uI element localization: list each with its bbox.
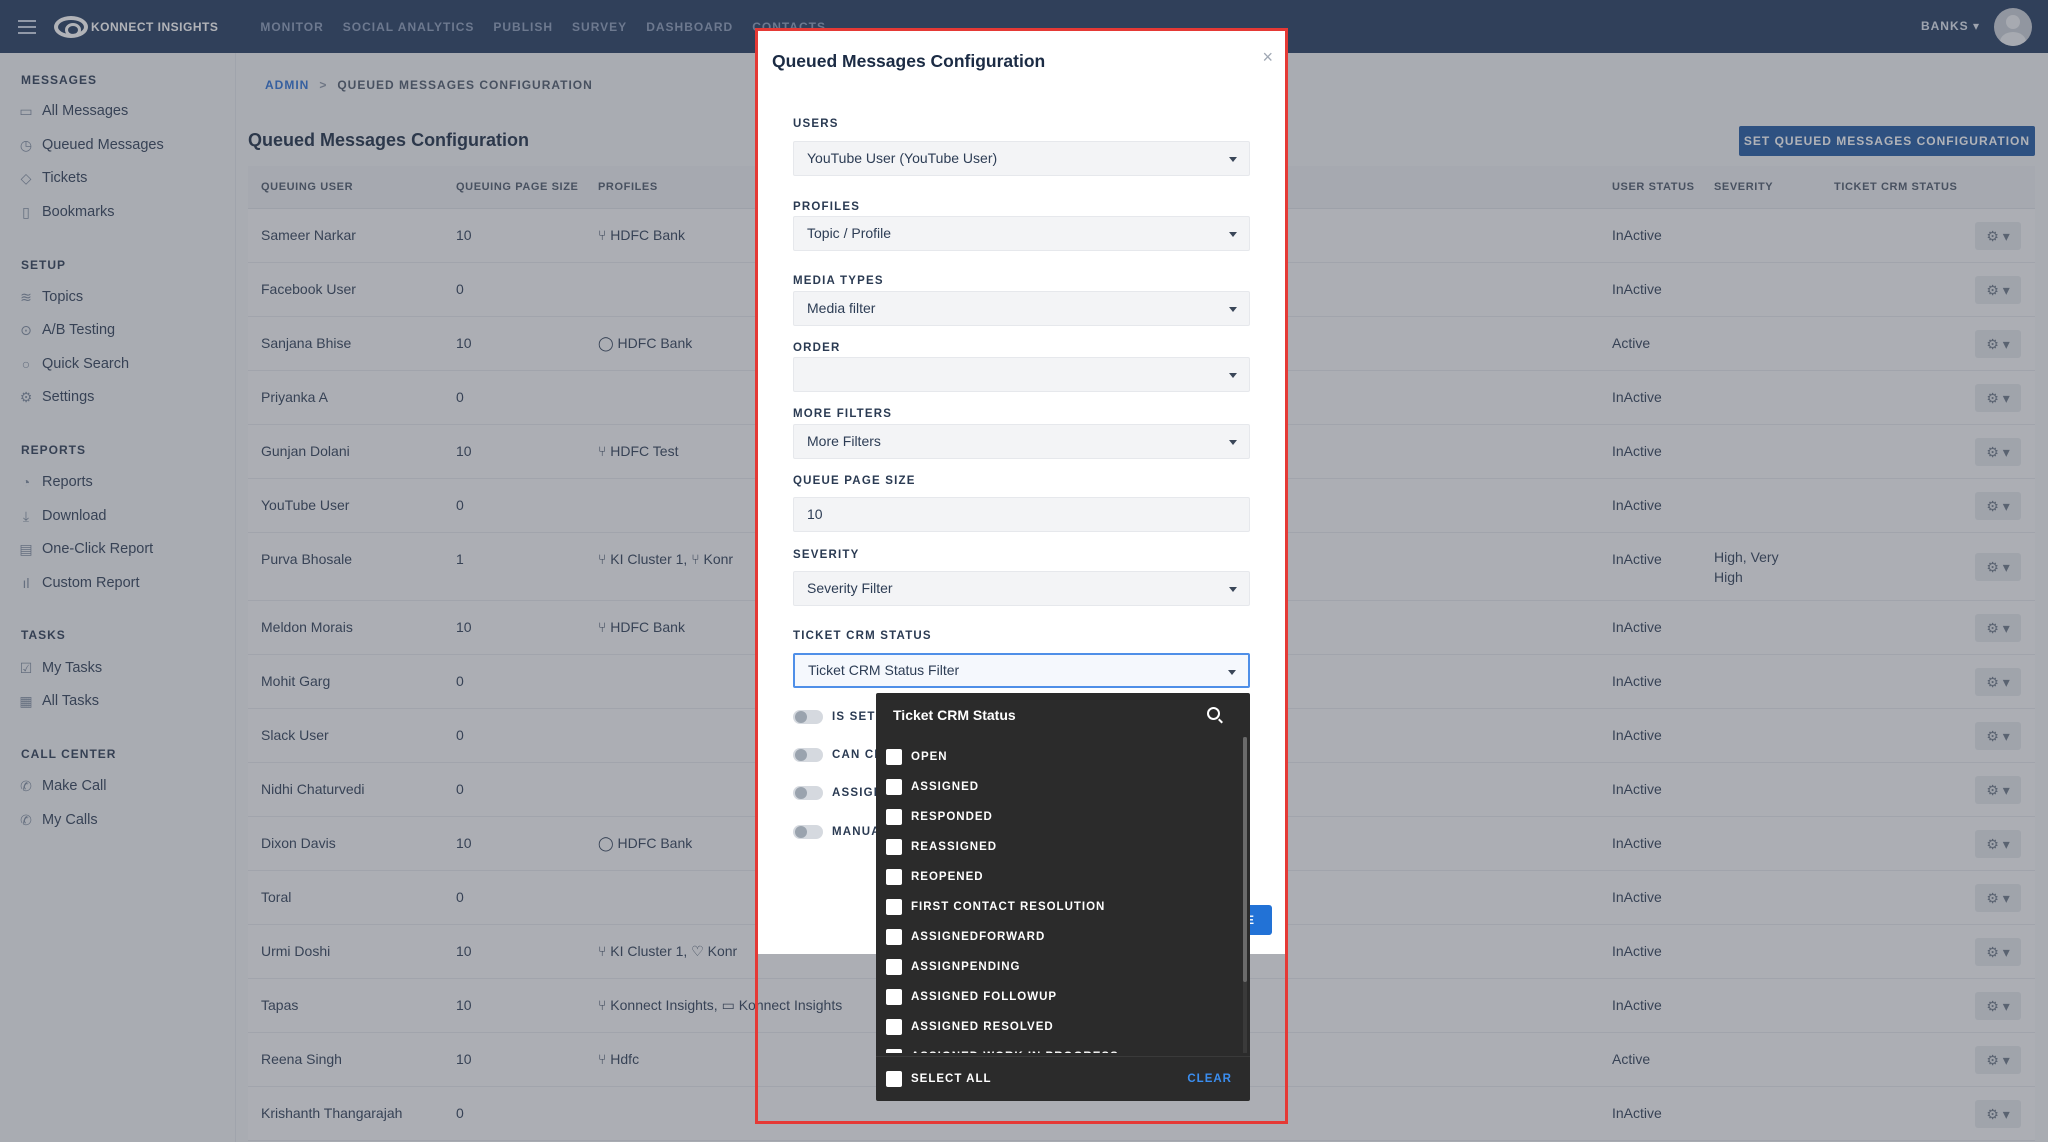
crm-status-option[interactable]: REOPENED [886,869,984,885]
dropdown-options: OPEN ASSIGNED RESPONDED REASSIGNED REOPENED F… [876,737,1246,1053]
crm-status-option[interactable]: OPEN [886,749,948,765]
crm-status-option[interactable]: ASSIGNED [886,779,979,795]
toggle-switch[interactable] [793,786,823,800]
search-icon[interactable] [1207,707,1220,720]
crm-status-dropdown: Ticket CRM Status OPEN ASSIGNED RESPONDED R… [876,693,1250,1101]
caret-down-icon [1229,587,1237,592]
select-all-option[interactable]: SELECT ALL [886,1071,992,1087]
dropdown-footer: SELECT ALL CLEAR [876,1056,1250,1101]
checkbox[interactable] [886,809,902,825]
queue-page-size-label: QUEUE PAGE SIZE [793,475,916,487]
crm-status-option[interactable]: ASSIGNED RESOLVED [886,1019,1054,1035]
crm-status-option[interactable]: RESPONDED [886,809,993,825]
modal-title: Queued Messages Configuration [772,51,1046,71]
checkbox[interactable] [886,869,902,885]
close-icon[interactable]: × [1262,47,1273,68]
dropdown-scrollbar[interactable] [1243,737,1247,1053]
toggle-switch[interactable] [793,710,823,724]
crm-status-option[interactable]: ASSIGNEDFORWARD [886,929,1045,945]
crm-status-option[interactable]: REASSIGNED [886,839,997,855]
crm-status-option[interactable]: FIRST CONTACT RESOLUTION [886,899,1105,915]
caret-down-icon [1228,670,1236,675]
clear-button[interactable]: CLEAR [1187,1073,1232,1085]
checkbox[interactable] [886,779,902,795]
checkbox[interactable] [886,899,902,915]
crm-status-option[interactable]: ASSIGNPENDING [886,959,1021,975]
toggle-switch[interactable] [793,748,823,762]
ticket-crm-status-select[interactable]: Ticket CRM Status Filter [793,653,1250,688]
profiles-label: PROFILES [793,201,861,213]
order-select[interactable] [793,357,1250,392]
toggle-is-set[interactable]: IS SET [793,710,876,724]
toggle-switch[interactable] [793,825,823,839]
checkbox[interactable] [886,1071,902,1087]
users-select[interactable]: YouTube User (YouTube User) [793,141,1250,176]
checkbox[interactable] [886,929,902,945]
toggle-assign[interactable]: ASSIGN [793,786,883,800]
severity-label: SEVERITY [793,549,860,561]
caret-down-icon [1229,373,1237,378]
queue-page-size-input[interactable]: 10 [793,497,1250,532]
more-filters-select[interactable]: More Filters [793,424,1250,459]
media-types-label: MEDIA TYPES [793,275,884,287]
caret-down-icon [1229,440,1237,445]
checkbox[interactable] [886,839,902,855]
order-label: ORDER [793,342,841,354]
checkbox[interactable] [886,749,902,765]
profiles-select[interactable]: Topic / Profile [793,216,1250,251]
ticket-crm-status-label: TICKET CRM STATUS [793,630,932,642]
severity-select[interactable]: Severity Filter [793,571,1250,606]
checkbox[interactable] [886,1019,902,1035]
dropdown-title: Ticket CRM Status [893,707,1016,723]
toggle-can-change[interactable]: CAN CH [793,748,884,762]
caret-down-icon [1229,157,1237,162]
media-types-select[interactable]: Media filter [793,291,1250,326]
checkbox[interactable] [886,959,902,975]
crm-status-option[interactable]: ASSIGNED FOLLOWUP [886,989,1057,1005]
caret-down-icon [1229,232,1237,237]
toggle-manual[interactable]: MANUA [793,825,881,839]
crm-status-option[interactable]: ASSIGNED WORK IN PROGRESS [886,1049,1119,1053]
caret-down-icon [1229,307,1237,312]
checkbox[interactable] [886,989,902,1005]
users-label: USERS [793,118,839,130]
more-filters-label: MORE FILTERS [793,408,893,420]
checkbox[interactable] [886,1049,902,1053]
